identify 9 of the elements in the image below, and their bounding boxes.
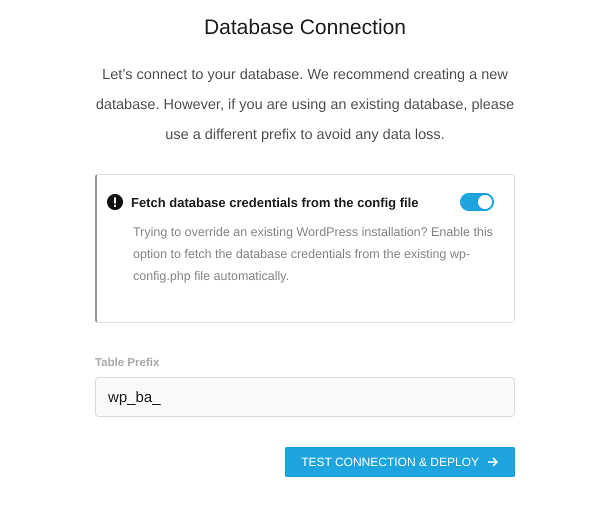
field-label: Table Prefix [95,357,160,369]
alert-icon [107,194,123,210]
toggle-switch[interactable] [460,193,494,211]
input-field[interactable]: wp_ba_ [95,377,515,417]
notice-title: Fetch database credentials from the config file [131,194,420,210]
notice-description: Trying to override an existing WordPress installation? Enable this option to fetch the database credentials from the existing wp-config.php file automatically. [133,224,494,285]
page-title: Database Connection [204,16,406,40]
intro-text: Let’s connect to your database. We recommend creating a new database. However, if you are using an existing database, please use a different prefix to avoid any data loss. [95,66,515,145]
arrow-right-icon [487,456,499,468]
